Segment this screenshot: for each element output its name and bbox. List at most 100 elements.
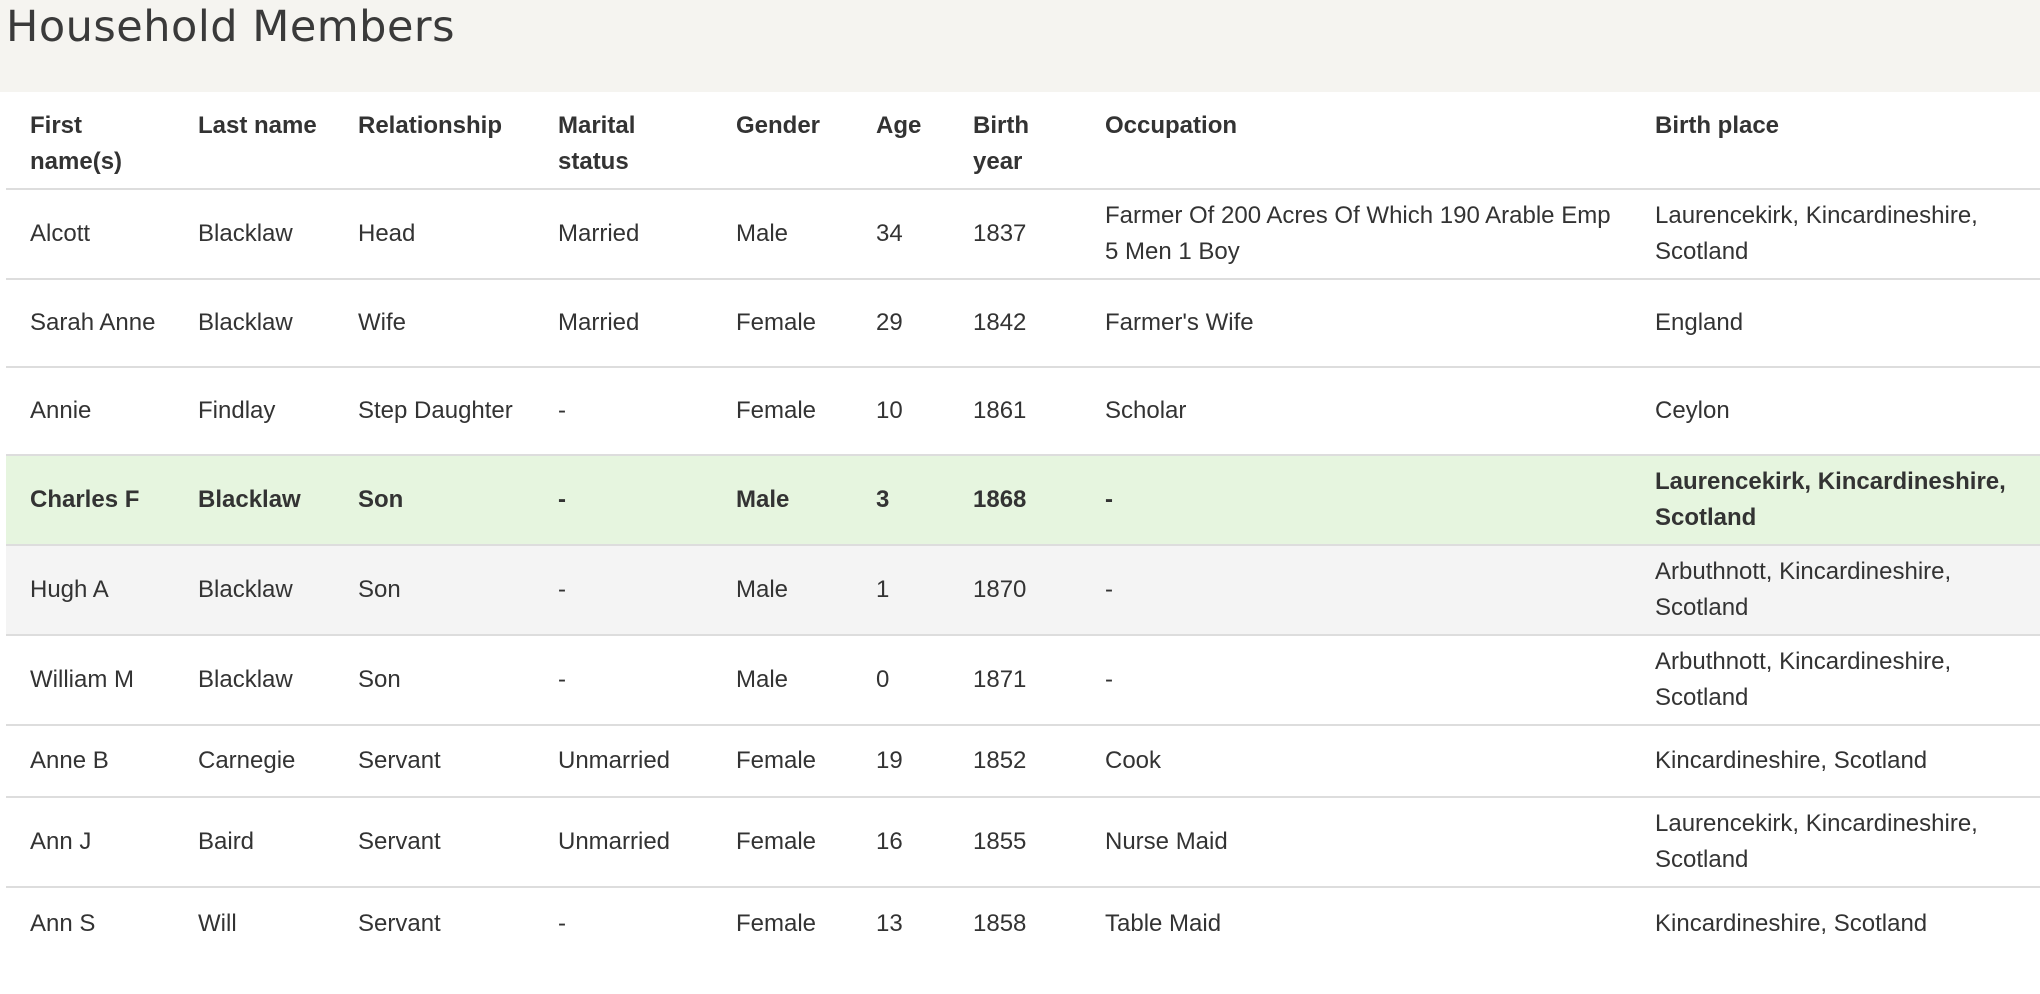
cell-relationship: Servant [334, 725, 534, 798]
cell-birth-year: 1842 [949, 279, 1081, 368]
cell-last-name: Carnegie [174, 725, 334, 798]
column-header-marital-status[interactable]: Marital status [534, 92, 712, 190]
cell-marital-status: - [558, 909, 566, 937]
cell-first-name: William M [6, 635, 174, 726]
cell-first-name: Sarah Anne [6, 279, 174, 368]
cell-birth-year: 1871 [949, 635, 1081, 726]
household-members-table: First name(s) Last name Relationship Mar… [6, 92, 2040, 959]
table-row[interactable]: William M Blacklaw Son - Male 0 1871 - A… [6, 635, 2040, 726]
cell-last-name: Blacklaw [174, 545, 334, 636]
cell-last-name: Baird [174, 797, 334, 888]
cell-occupation: Nurse Maid [1081, 797, 1631, 888]
cell-marital-status: - [534, 367, 712, 456]
cell-last-name: Findlay [174, 367, 334, 456]
cell-relationship: Wife [334, 279, 534, 368]
table-row-highlighted[interactable]: Charles F Blacklaw Son - Male 3 1868 - L… [6, 455, 2040, 546]
column-header-age[interactable]: Age [852, 92, 949, 190]
cell-marital-status: Unmarried [534, 797, 712, 888]
cell-gender: Female [712, 367, 852, 456]
cell-age: 1 [852, 545, 949, 636]
cell-gender: Female [712, 797, 852, 888]
cell-last-name: Blacklaw [174, 279, 334, 368]
cell-relationship: Servant [358, 909, 441, 937]
cell-birth-place: Arbuthnott, Kincardineshire, Scotland [1631, 545, 2040, 636]
cell-gender: Female [712, 279, 852, 368]
cell-age: 13 [876, 909, 903, 937]
column-header-occupation[interactable]: Occupation [1081, 92, 1631, 190]
cell-birth-place: Laurencekirk, Kincardineshire, Scotland [1631, 455, 2040, 546]
cell-birth-place: Laurencekirk, Kincardineshire, Scotland [1631, 189, 2040, 280]
cell-age: 16 [852, 797, 949, 888]
cell-birth-year: 1861 [949, 367, 1081, 456]
cell-age: 19 [852, 725, 949, 798]
cell-first-name: Hugh A [6, 545, 174, 636]
column-header-first-name[interactable]: First name(s) [6, 92, 174, 190]
table-row[interactable]: Annie Findlay Step Daughter - Female 10 … [6, 367, 2040, 456]
cell-first-name: Annie [6, 367, 174, 456]
cell-relationship: Servant [334, 797, 534, 888]
cell-occupation: - [1081, 635, 1631, 726]
cell-birth-year: 1852 [949, 725, 1081, 798]
cell-last-name: Blacklaw [174, 455, 334, 546]
cell-birth-year: 1858 [973, 909, 1027, 937]
cell-birth-place: England [1631, 279, 2040, 368]
cell-birth-place: Laurencekirk, Kincardineshire, Scotland [1631, 797, 2040, 888]
cell-marital-status: Unmarried [534, 725, 712, 798]
cell-first-name: Charles F [6, 455, 174, 546]
column-header-relationship[interactable]: Relationship [334, 92, 534, 190]
cell-occupation: Table Maid [1105, 909, 1222, 937]
cell-birth-place: Kincardineshire, Scotland [1631, 725, 2040, 798]
cell-age: 3 [852, 455, 949, 546]
cell-occupation: - [1081, 455, 1631, 546]
table-row[interactable]: Ann S Will Servant - Female 13 1858 Tabl… [6, 887, 2040, 959]
table-row[interactable]: Sarah Anne Blacklaw Wife Married Female … [6, 279, 2040, 368]
cell-gender: Female [736, 909, 817, 937]
cell-birth-place: Kincardineshire, Scotland [1655, 909, 1928, 937]
cell-birth-place: Arbuthnott, Kincardineshire, Scotland [1631, 635, 2040, 726]
cell-relationship: Son [334, 635, 534, 726]
cell-gender: Male [712, 545, 852, 636]
cell-relationship: Son [334, 455, 534, 546]
cell-first-name: Alcott [6, 189, 174, 280]
cell-age: 0 [852, 635, 949, 726]
cell-occupation: Cook [1081, 725, 1631, 798]
cell-occupation: - [1081, 545, 1631, 636]
cell-gender: Male [712, 635, 852, 726]
cell-age: 34 [852, 189, 949, 280]
cell-last-name: Blacklaw [174, 635, 334, 726]
table-row[interactable]: Alcott Blacklaw Head Married Male 34 183… [6, 189, 2040, 280]
table-header-row: First name(s) Last name Relationship Mar… [6, 92, 2040, 190]
cell-birth-year: 1870 [949, 545, 1081, 636]
cell-marital-status: - [534, 635, 712, 726]
cell-marital-status: Married [534, 189, 712, 280]
cell-first-name: Ann J [6, 797, 174, 888]
page-title: Household Members [6, 2, 455, 52]
column-header-birth-year[interactable]: Birth year [949, 92, 1081, 190]
cell-age: 10 [852, 367, 949, 456]
cell-birth-year: 1837 [949, 189, 1081, 280]
cell-gender: Male [712, 455, 852, 546]
cell-gender: Female [712, 725, 852, 798]
cell-marital-status: - [534, 455, 712, 546]
page-header: Household Members [0, 0, 2040, 92]
cell-last-name: Blacklaw [174, 189, 334, 280]
cell-last-name: Will [198, 909, 237, 937]
cell-marital-status: Married [534, 279, 712, 368]
cell-first-name: Ann S [30, 909, 96, 937]
column-header-last-name[interactable]: Last name [174, 92, 334, 190]
table-row[interactable]: Ann J Baird Servant Unmarried Female 16 … [6, 797, 2040, 888]
table-row[interactable]: Hugh A Blacklaw Son - Male 1 1870 - Arbu… [6, 545, 2040, 636]
cell-marital-status: - [534, 545, 712, 636]
column-header-gender[interactable]: Gender [712, 92, 852, 190]
cell-occupation: Scholar [1081, 367, 1631, 456]
cell-age: 29 [852, 279, 949, 368]
cell-occupation: Farmer Of 200 Acres Of Which 190 Arable … [1081, 189, 1631, 280]
cell-relationship: Head [334, 189, 534, 280]
cell-relationship: Step Daughter [334, 367, 534, 456]
cell-birth-place: Ceylon [1631, 367, 2040, 456]
cell-relationship: Son [334, 545, 534, 636]
cell-occupation: Farmer's Wife [1081, 279, 1631, 368]
cell-first-name: Anne B [6, 725, 174, 798]
column-header-birth-place[interactable]: Birth place [1631, 92, 2040, 190]
table-row[interactable]: Anne B Carnegie Servant Unmarried Female… [6, 725, 2040, 798]
